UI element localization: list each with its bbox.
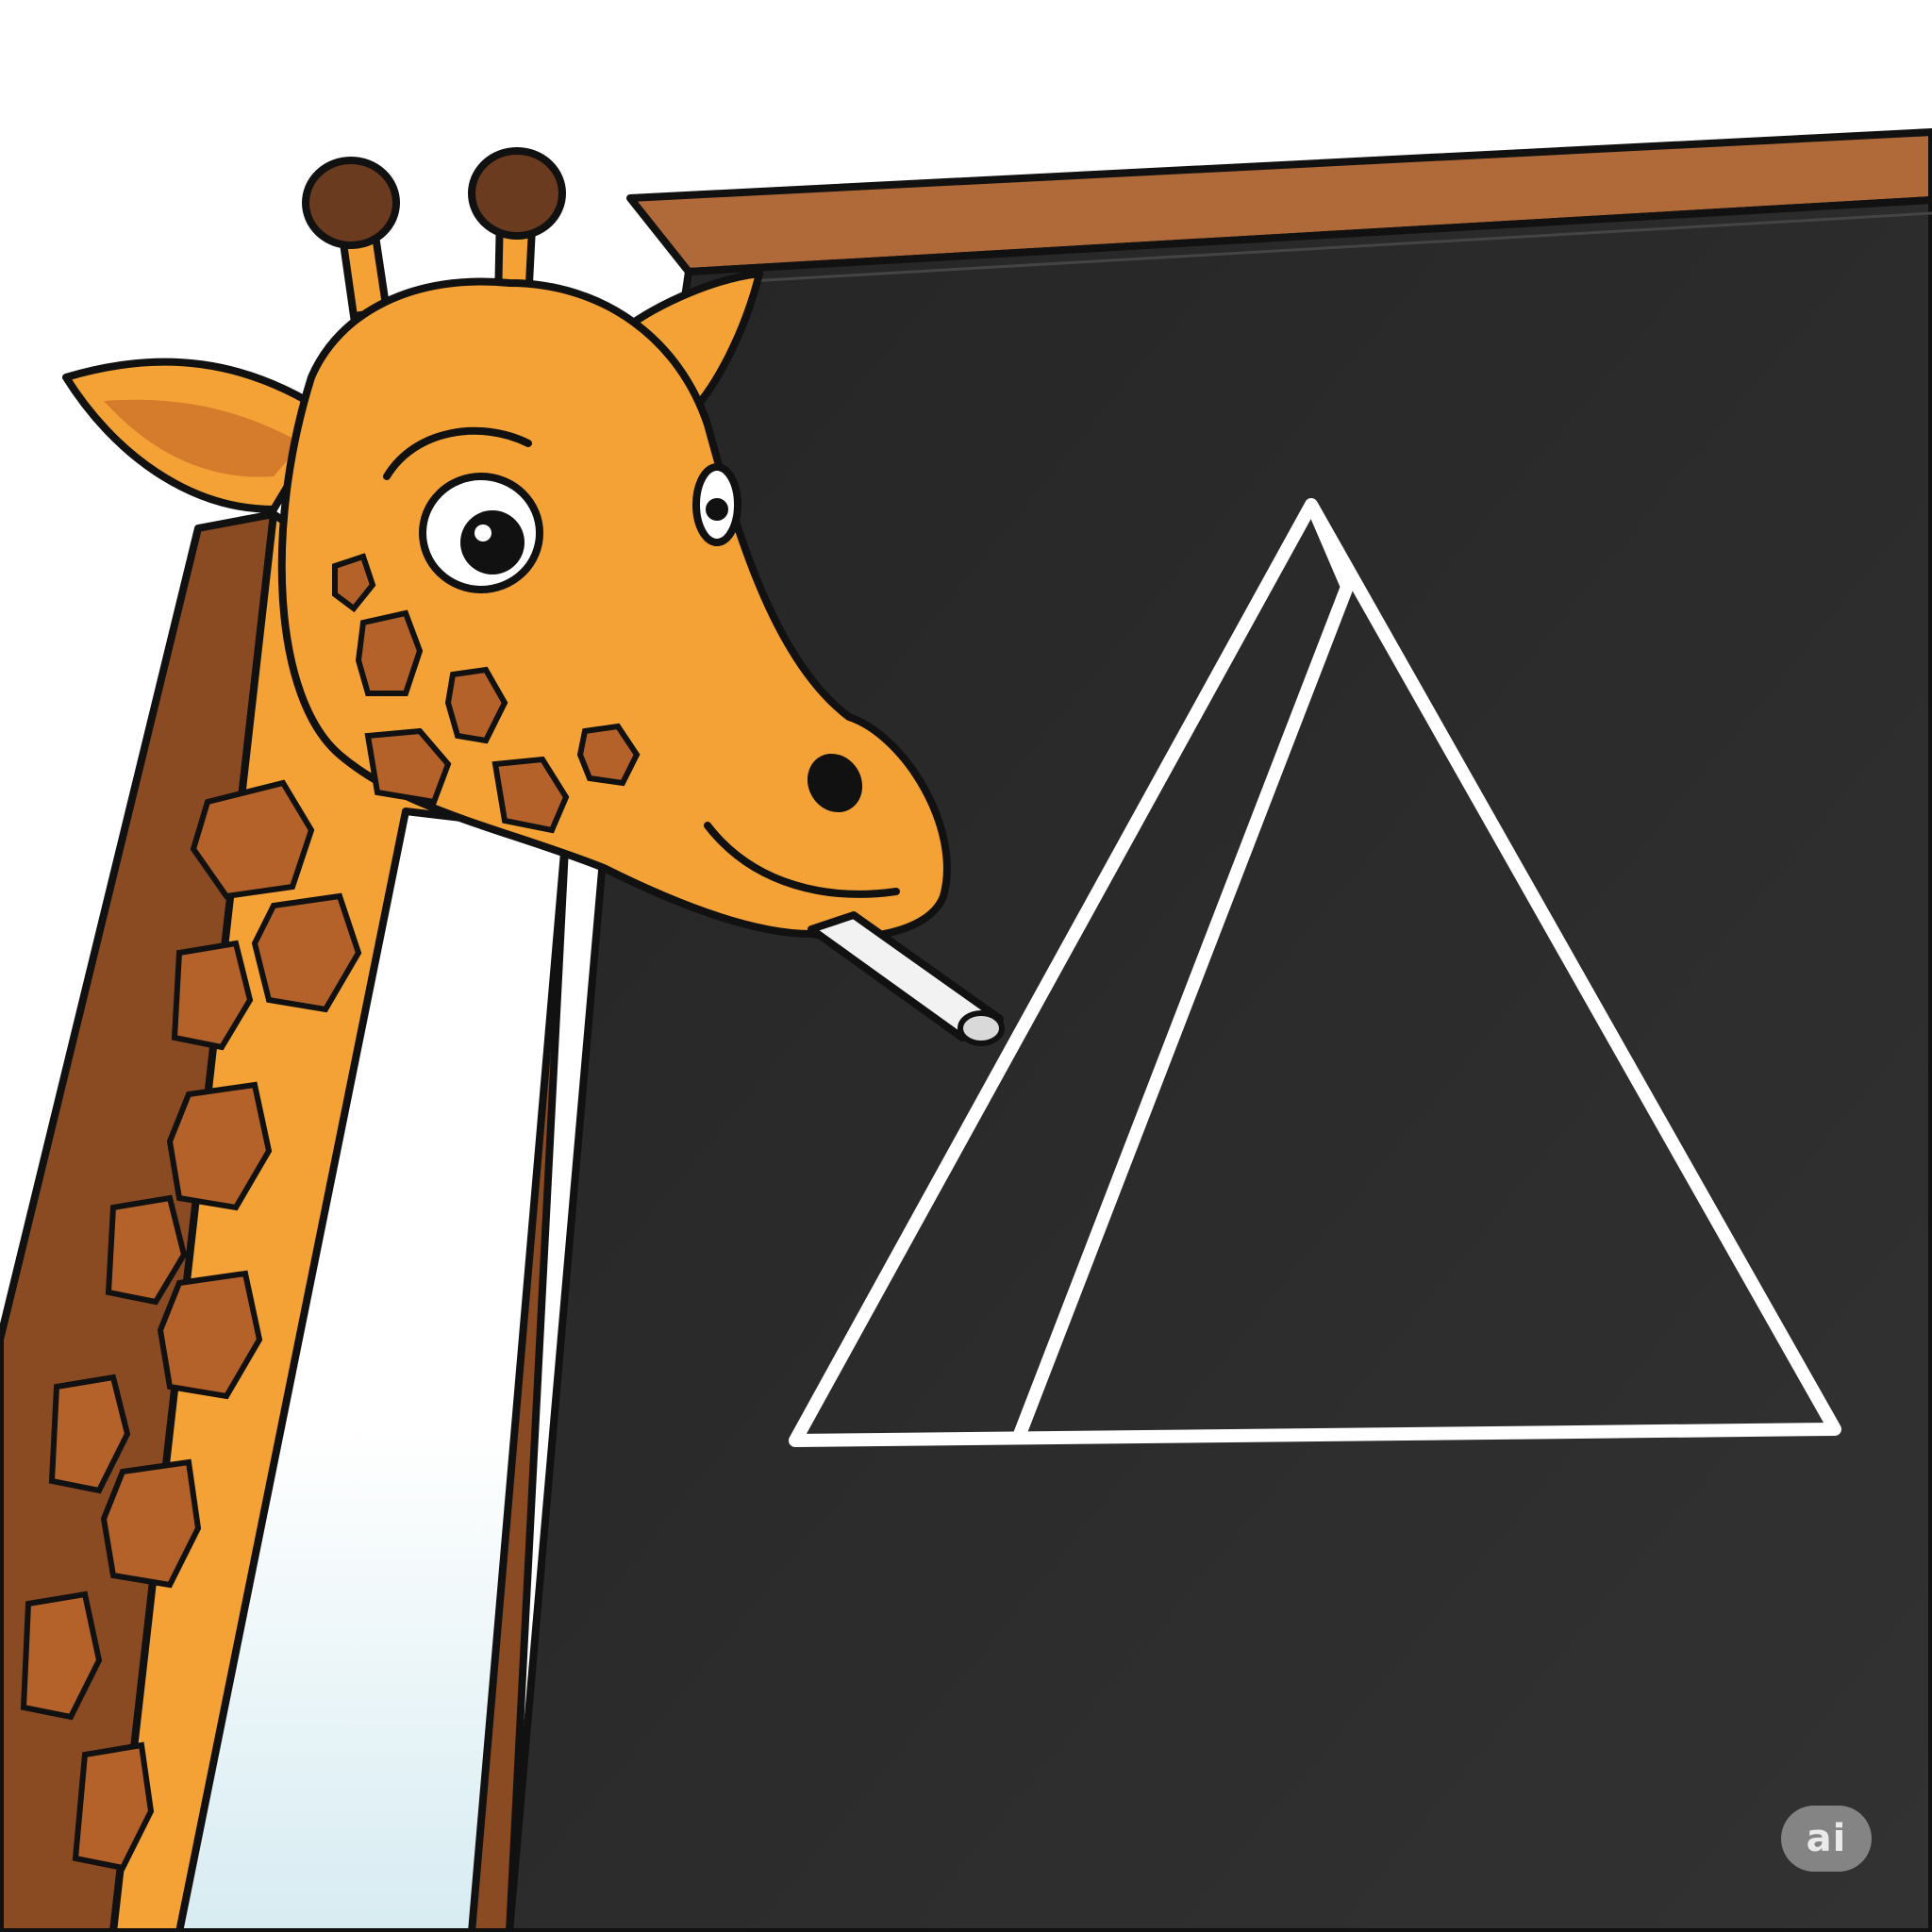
chalkboard-surface	[506, 196, 1932, 1932]
illustration	[0, 128, 1932, 1932]
ai-badge-label: ai	[1806, 1817, 1847, 1860]
ai-badge-icon: ai	[1781, 1806, 1872, 1872]
